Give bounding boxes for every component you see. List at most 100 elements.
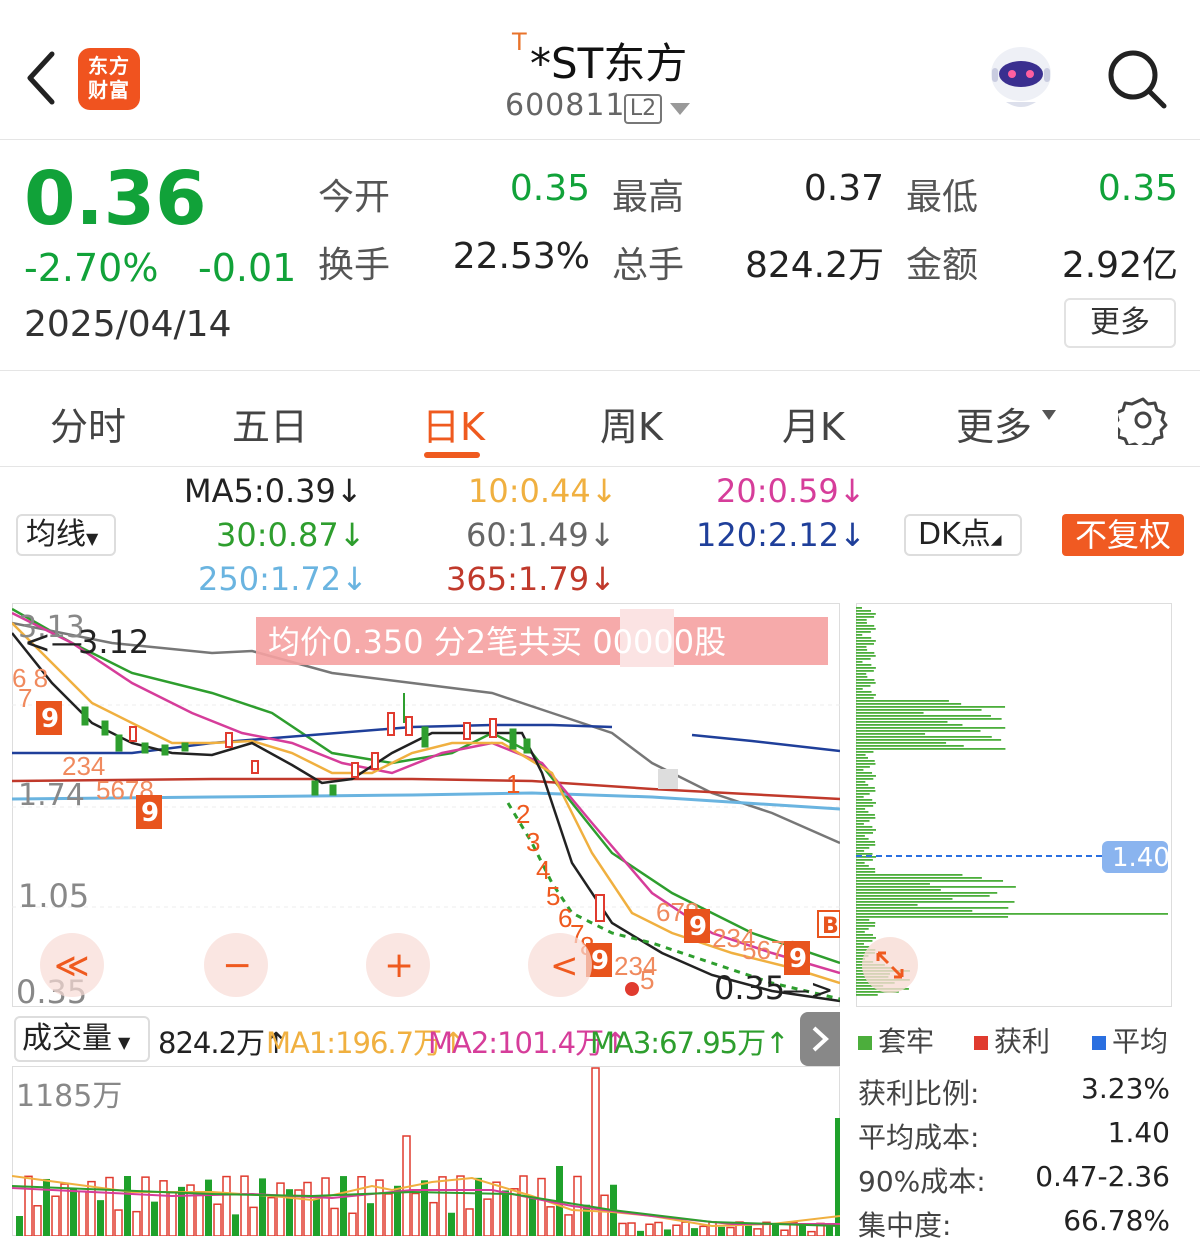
rewind-button[interactable]: ≪	[54, 946, 90, 986]
ma-dropdown[interactable]: 均线▼	[16, 514, 116, 556]
chip-bar	[856, 649, 868, 651]
dk-point-button[interactable]: DK点◢	[904, 514, 1022, 556]
chip-bar	[856, 811, 869, 813]
volume-bar	[313, 1198, 320, 1236]
chip-bar	[856, 691, 872, 693]
avg-cost-value: 1.40	[1107, 1116, 1170, 1149]
chip-bar	[856, 709, 982, 711]
chip-bar	[856, 889, 941, 891]
chip-bar	[856, 769, 864, 771]
chip-bar	[856, 697, 874, 699]
logo-text-1: 东方	[88, 54, 130, 78]
volume-bar	[546, 1206, 555, 1236]
ma10-value: 10:0.44↓	[468, 472, 618, 510]
chip-bar	[856, 610, 872, 612]
ma365-value: 365:1.79↓	[446, 560, 616, 598]
tab-daily-k[interactable]: 日K	[422, 396, 485, 451]
chip-bar	[856, 934, 873, 936]
no-adjust-button[interactable]: 不复权	[1062, 514, 1184, 556]
chip-bar	[856, 658, 871, 660]
tab-more[interactable]: 更多	[956, 396, 1032, 451]
chip-bar	[856, 835, 865, 837]
chip-bar	[856, 634, 863, 636]
profit-ratio-label: 获利比例:	[858, 1077, 980, 1110]
kline-chart[interactable]: 6 87 2345678 1234 5678 2345 6782345678 9…	[12, 603, 840, 1007]
volume-chart: 1185万	[12, 1066, 840, 1236]
chip-bar	[856, 847, 870, 849]
caret-down-icon: ▼	[86, 529, 99, 548]
avg-cost-marker: 1.40	[1112, 843, 1170, 873]
ma30-value: 30:0.87↓	[216, 516, 366, 554]
tab-monthly-k[interactable]: 月K	[782, 396, 845, 451]
chip-bar	[856, 622, 867, 624]
chip-bar	[856, 814, 875, 816]
legend-trapped: 套牢	[858, 1020, 934, 1060]
chip-bar	[856, 640, 876, 642]
volume-bar	[448, 1212, 455, 1236]
chip-bar	[856, 943, 864, 945]
chip-bar	[856, 925, 876, 927]
volume-bar	[240, 1175, 249, 1236]
tab-five-day[interactable]: 五日	[232, 396, 308, 451]
chip-bar	[856, 841, 876, 843]
chip-bar	[856, 745, 964, 747]
volume-bar	[502, 1190, 509, 1236]
gear-icon[interactable]	[1118, 395, 1168, 445]
chip-bar	[856, 916, 1009, 918]
divider	[0, 370, 1200, 371]
stock-flag: T	[512, 28, 527, 56]
volume-bar	[384, 1193, 393, 1236]
tab-intraday[interactable]: 分时	[50, 396, 126, 451]
chevron-down-icon[interactable]	[670, 103, 690, 115]
chip-bar	[856, 637, 872, 639]
change-percent: -2.70%	[24, 246, 159, 290]
svg-text:<—: <—	[24, 623, 83, 661]
expand-panel-button[interactable]	[800, 1012, 840, 1066]
zoom-in-button[interactable]: +	[384, 945, 414, 986]
volume-bar	[97, 1200, 104, 1236]
caret-down-icon[interactable]	[1042, 410, 1056, 420]
chip-bar	[856, 760, 875, 762]
step-back-button[interactable]: <	[550, 946, 579, 986]
low-value: 0.35	[1097, 168, 1178, 209]
chip-bar	[856, 751, 874, 753]
more-quote-button[interactable]: 更多	[1064, 298, 1176, 348]
y-label-2: 1.74	[18, 778, 85, 813]
volume-bar	[745, 1225, 752, 1236]
volume-bar	[421, 1180, 428, 1236]
volume-bar	[33, 1205, 42, 1236]
level2-badge[interactable]: L2	[624, 94, 662, 124]
volume-y-max: 1185万	[16, 1079, 122, 1114]
chip-bar	[856, 796, 864, 798]
volume-bar	[276, 1182, 285, 1236]
volume-bar	[564, 1214, 573, 1236]
robot-assistant-icon[interactable]	[984, 40, 1058, 114]
caret-down-icon: ▼	[118, 1033, 131, 1052]
svg-text:9: 9	[591, 946, 609, 976]
volume-bar	[213, 1203, 222, 1236]
volume-indicator-dropdown[interactable]: 成交量 ▼	[14, 1016, 150, 1062]
back-arrow-icon[interactable]	[18, 48, 66, 108]
chip-bar	[856, 655, 876, 657]
app-logo-icon[interactable]: 东方 财富	[78, 48, 140, 110]
chip-bar	[856, 823, 864, 825]
volume-bar	[222, 1175, 231, 1236]
chip-bar	[856, 790, 876, 792]
legend-average: 平均	[1092, 1020, 1168, 1060]
chip-bar	[856, 994, 878, 996]
cost90-label: 90%成本:	[858, 1165, 986, 1198]
chip-bar	[856, 715, 991, 717]
volume-bar	[772, 1224, 779, 1236]
svg-text:—>: —>	[782, 973, 833, 1006]
search-icon[interactable]	[1104, 46, 1170, 112]
volume-bar	[259, 1178, 266, 1236]
tab-weekly-k[interactable]: 周K	[600, 396, 663, 451]
volume-bar	[583, 1204, 590, 1236]
volume-value: 824.2万	[744, 245, 884, 286]
buy-signal: B	[822, 914, 839, 939]
chip-bar	[856, 763, 876, 765]
open-value: 0.35	[509, 168, 590, 209]
zoom-out-button[interactable]: −	[222, 945, 252, 986]
chip-bar	[856, 787, 875, 789]
chip-bar	[856, 805, 874, 807]
